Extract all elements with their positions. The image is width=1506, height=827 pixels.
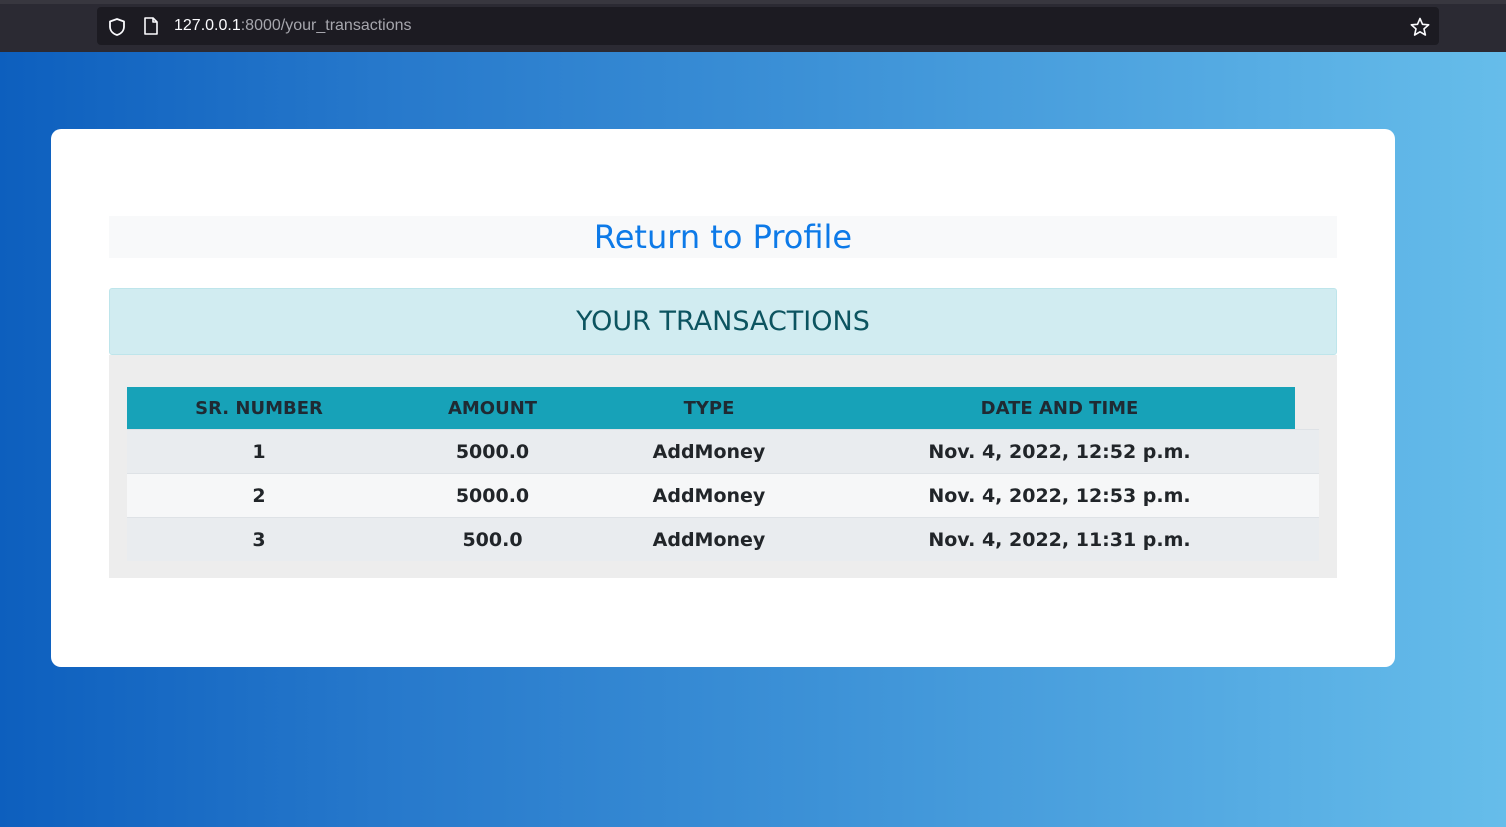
content-card: Return to Profile YOUR TRANSACTIONS SR. … bbox=[51, 129, 1395, 667]
column-header-sr-number: SR. NUMBER bbox=[127, 387, 391, 430]
url-text[interactable]: 127.0.0.1:8000/your_transactions bbox=[174, 17, 412, 35]
page-background: Return to Profile YOUR TRANSACTIONS SR. … bbox=[0, 52, 1506, 827]
cell-sr-number: 2 bbox=[127, 473, 391, 518]
cell-date-time: Nov. 4, 2022, 12:52 p.m. bbox=[824, 429, 1295, 474]
address-bar[interactable]: 127.0.0.1:8000/your_transactions bbox=[97, 7, 1439, 45]
cell-amount: 500.0 bbox=[391, 517, 594, 561]
table-row: 2 5000.0 AddMoney Nov. 4, 2022, 12:53 p.… bbox=[127, 473, 1319, 518]
cell-sr-number: 3 bbox=[127, 517, 391, 561]
cell-amount: 5000.0 bbox=[391, 473, 594, 518]
url-host: 127.0.0.1 bbox=[174, 17, 241, 34]
cell-spacer bbox=[1295, 517, 1319, 561]
star-icon[interactable] bbox=[1409, 16, 1431, 38]
shield-icon[interactable] bbox=[107, 17, 127, 37]
url-path: :8000/your_transactions bbox=[240, 17, 412, 34]
table-row: 3 500.0 AddMoney Nov. 4, 2022, 11:31 p.m… bbox=[127, 517, 1319, 561]
return-bar: Return to Profile bbox=[109, 216, 1337, 258]
transactions-table: SR. NUMBER AMOUNT TYPE DATE AND TIME 1 5… bbox=[127, 387, 1319, 561]
table-row: 1 5000.0 AddMoney Nov. 4, 2022, 12:52 p.… bbox=[127, 429, 1319, 474]
cell-type: AddMoney bbox=[594, 517, 824, 561]
cell-type: AddMoney bbox=[594, 473, 824, 518]
table-header-row: SR. NUMBER AMOUNT TYPE DATE AND TIME bbox=[127, 387, 1319, 430]
cell-spacer bbox=[1295, 473, 1319, 518]
cell-date-time: Nov. 4, 2022, 12:53 p.m. bbox=[824, 473, 1295, 518]
column-header-amount: AMOUNT bbox=[391, 387, 594, 430]
page-title: YOUR TRANSACTIONS bbox=[109, 288, 1337, 355]
cell-type: AddMoney bbox=[594, 429, 824, 474]
cell-spacer bbox=[1295, 429, 1319, 474]
column-header-date-time: DATE AND TIME bbox=[824, 387, 1295, 430]
cell-date-time: Nov. 4, 2022, 11:31 p.m. bbox=[824, 517, 1295, 561]
column-header-type: TYPE bbox=[594, 387, 824, 430]
return-to-profile-link[interactable]: Return to Profile bbox=[594, 214, 852, 260]
table-container: SR. NUMBER AMOUNT TYPE DATE AND TIME 1 5… bbox=[109, 355, 1337, 578]
page-icon bbox=[144, 17, 158, 35]
header-spacer bbox=[1295, 387, 1319, 430]
cell-amount: 5000.0 bbox=[391, 429, 594, 474]
browser-toolbar: 127.0.0.1:8000/your_transactions bbox=[0, 0, 1506, 52]
cell-sr-number: 1 bbox=[127, 429, 391, 474]
